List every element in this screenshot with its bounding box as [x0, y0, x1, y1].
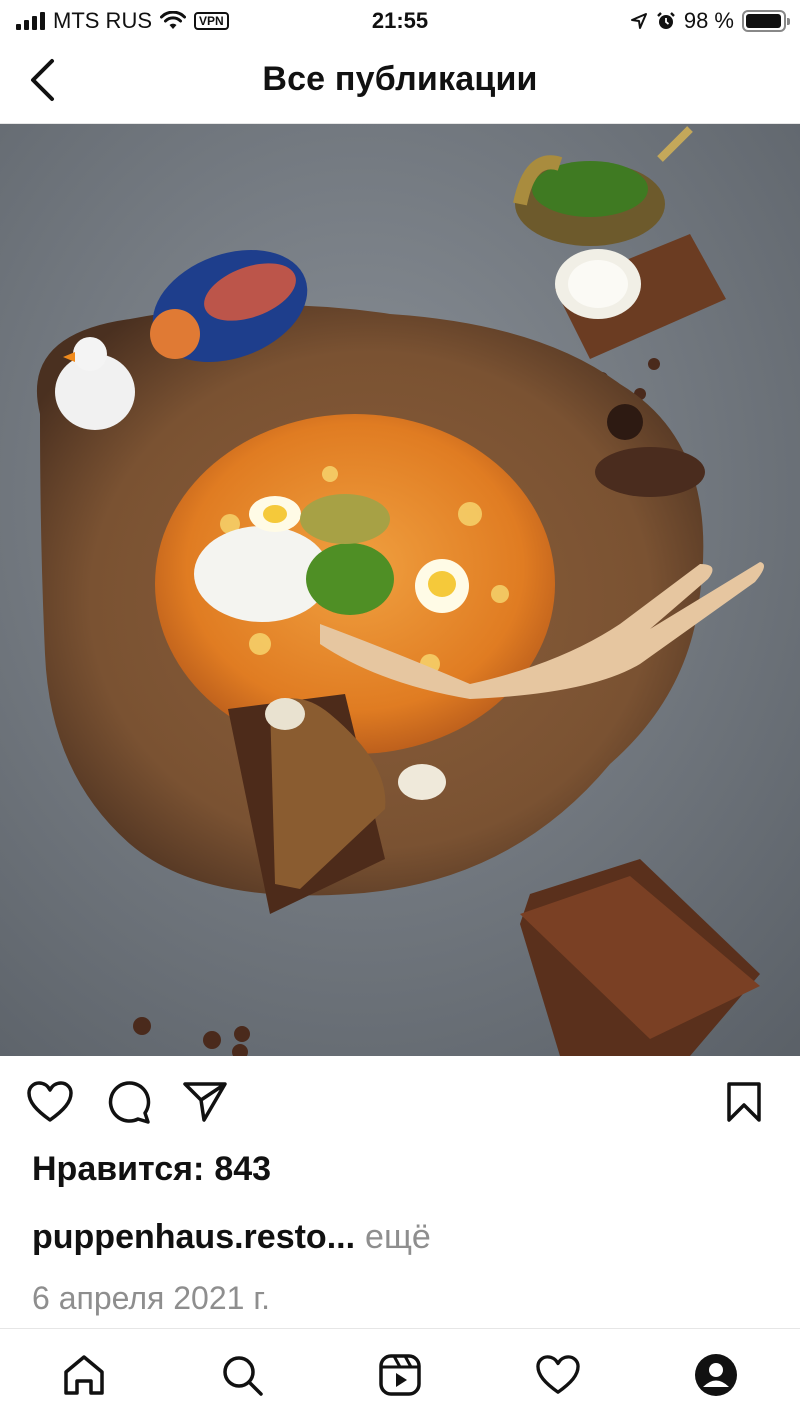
- home-icon: [64, 1355, 104, 1395]
- post-actions: [0, 1056, 800, 1152]
- bottom-nav: [0, 1328, 800, 1422]
- nav-reels[interactable]: [376, 1351, 424, 1399]
- heart-icon: [27, 1081, 73, 1122]
- status-bar: MTS RUS VPN 21:55 98 %: [0, 0, 800, 40]
- header: Все публикации: [0, 40, 800, 124]
- battery-percent: 98 %: [683, 8, 734, 33]
- save-button[interactable]: [720, 1078, 768, 1126]
- reels-icon: [379, 1354, 421, 1396]
- alarm-icon: [656, 12, 675, 29]
- caption-username[interactable]: puppenhaus.resto...: [32, 1218, 355, 1257]
- nav-activity[interactable]: [534, 1351, 582, 1399]
- profile-icon: [695, 1354, 737, 1396]
- status-right: 98 %: [630, 8, 790, 34]
- heart-icon: [536, 1355, 580, 1394]
- search-icon: [223, 1356, 263, 1396]
- nav-profile[interactable]: [692, 1351, 740, 1399]
- likes-number: 843: [214, 1150, 272, 1188]
- likes-count[interactable]: Нравится: 843: [32, 1150, 271, 1189]
- like-button[interactable]: [26, 1078, 74, 1126]
- comment-icon: [108, 1081, 151, 1124]
- nav-home[interactable]: [60, 1351, 108, 1399]
- post-date: 6 апреля 2021 г.: [32, 1280, 270, 1316]
- nav-search[interactable]: [218, 1351, 266, 1399]
- battery-icon: [742, 10, 790, 32]
- caption-more-link[interactable]: ещё: [365, 1218, 431, 1257]
- post-image[interactable]: [0, 124, 800, 1056]
- post-photo: [0, 124, 800, 1056]
- share-button[interactable]: [181, 1078, 229, 1126]
- send-icon: [183, 1082, 227, 1122]
- bookmark-icon: [727, 1082, 761, 1122]
- page-title: Все публикации: [262, 60, 538, 98]
- location-arrow-icon: [630, 13, 647, 29]
- caption: puppenhaus.resto... ещё: [32, 1218, 431, 1257]
- comment-button[interactable]: [104, 1078, 152, 1126]
- battery-fill: [746, 14, 782, 28]
- likes-label: Нравится:: [32, 1150, 205, 1188]
